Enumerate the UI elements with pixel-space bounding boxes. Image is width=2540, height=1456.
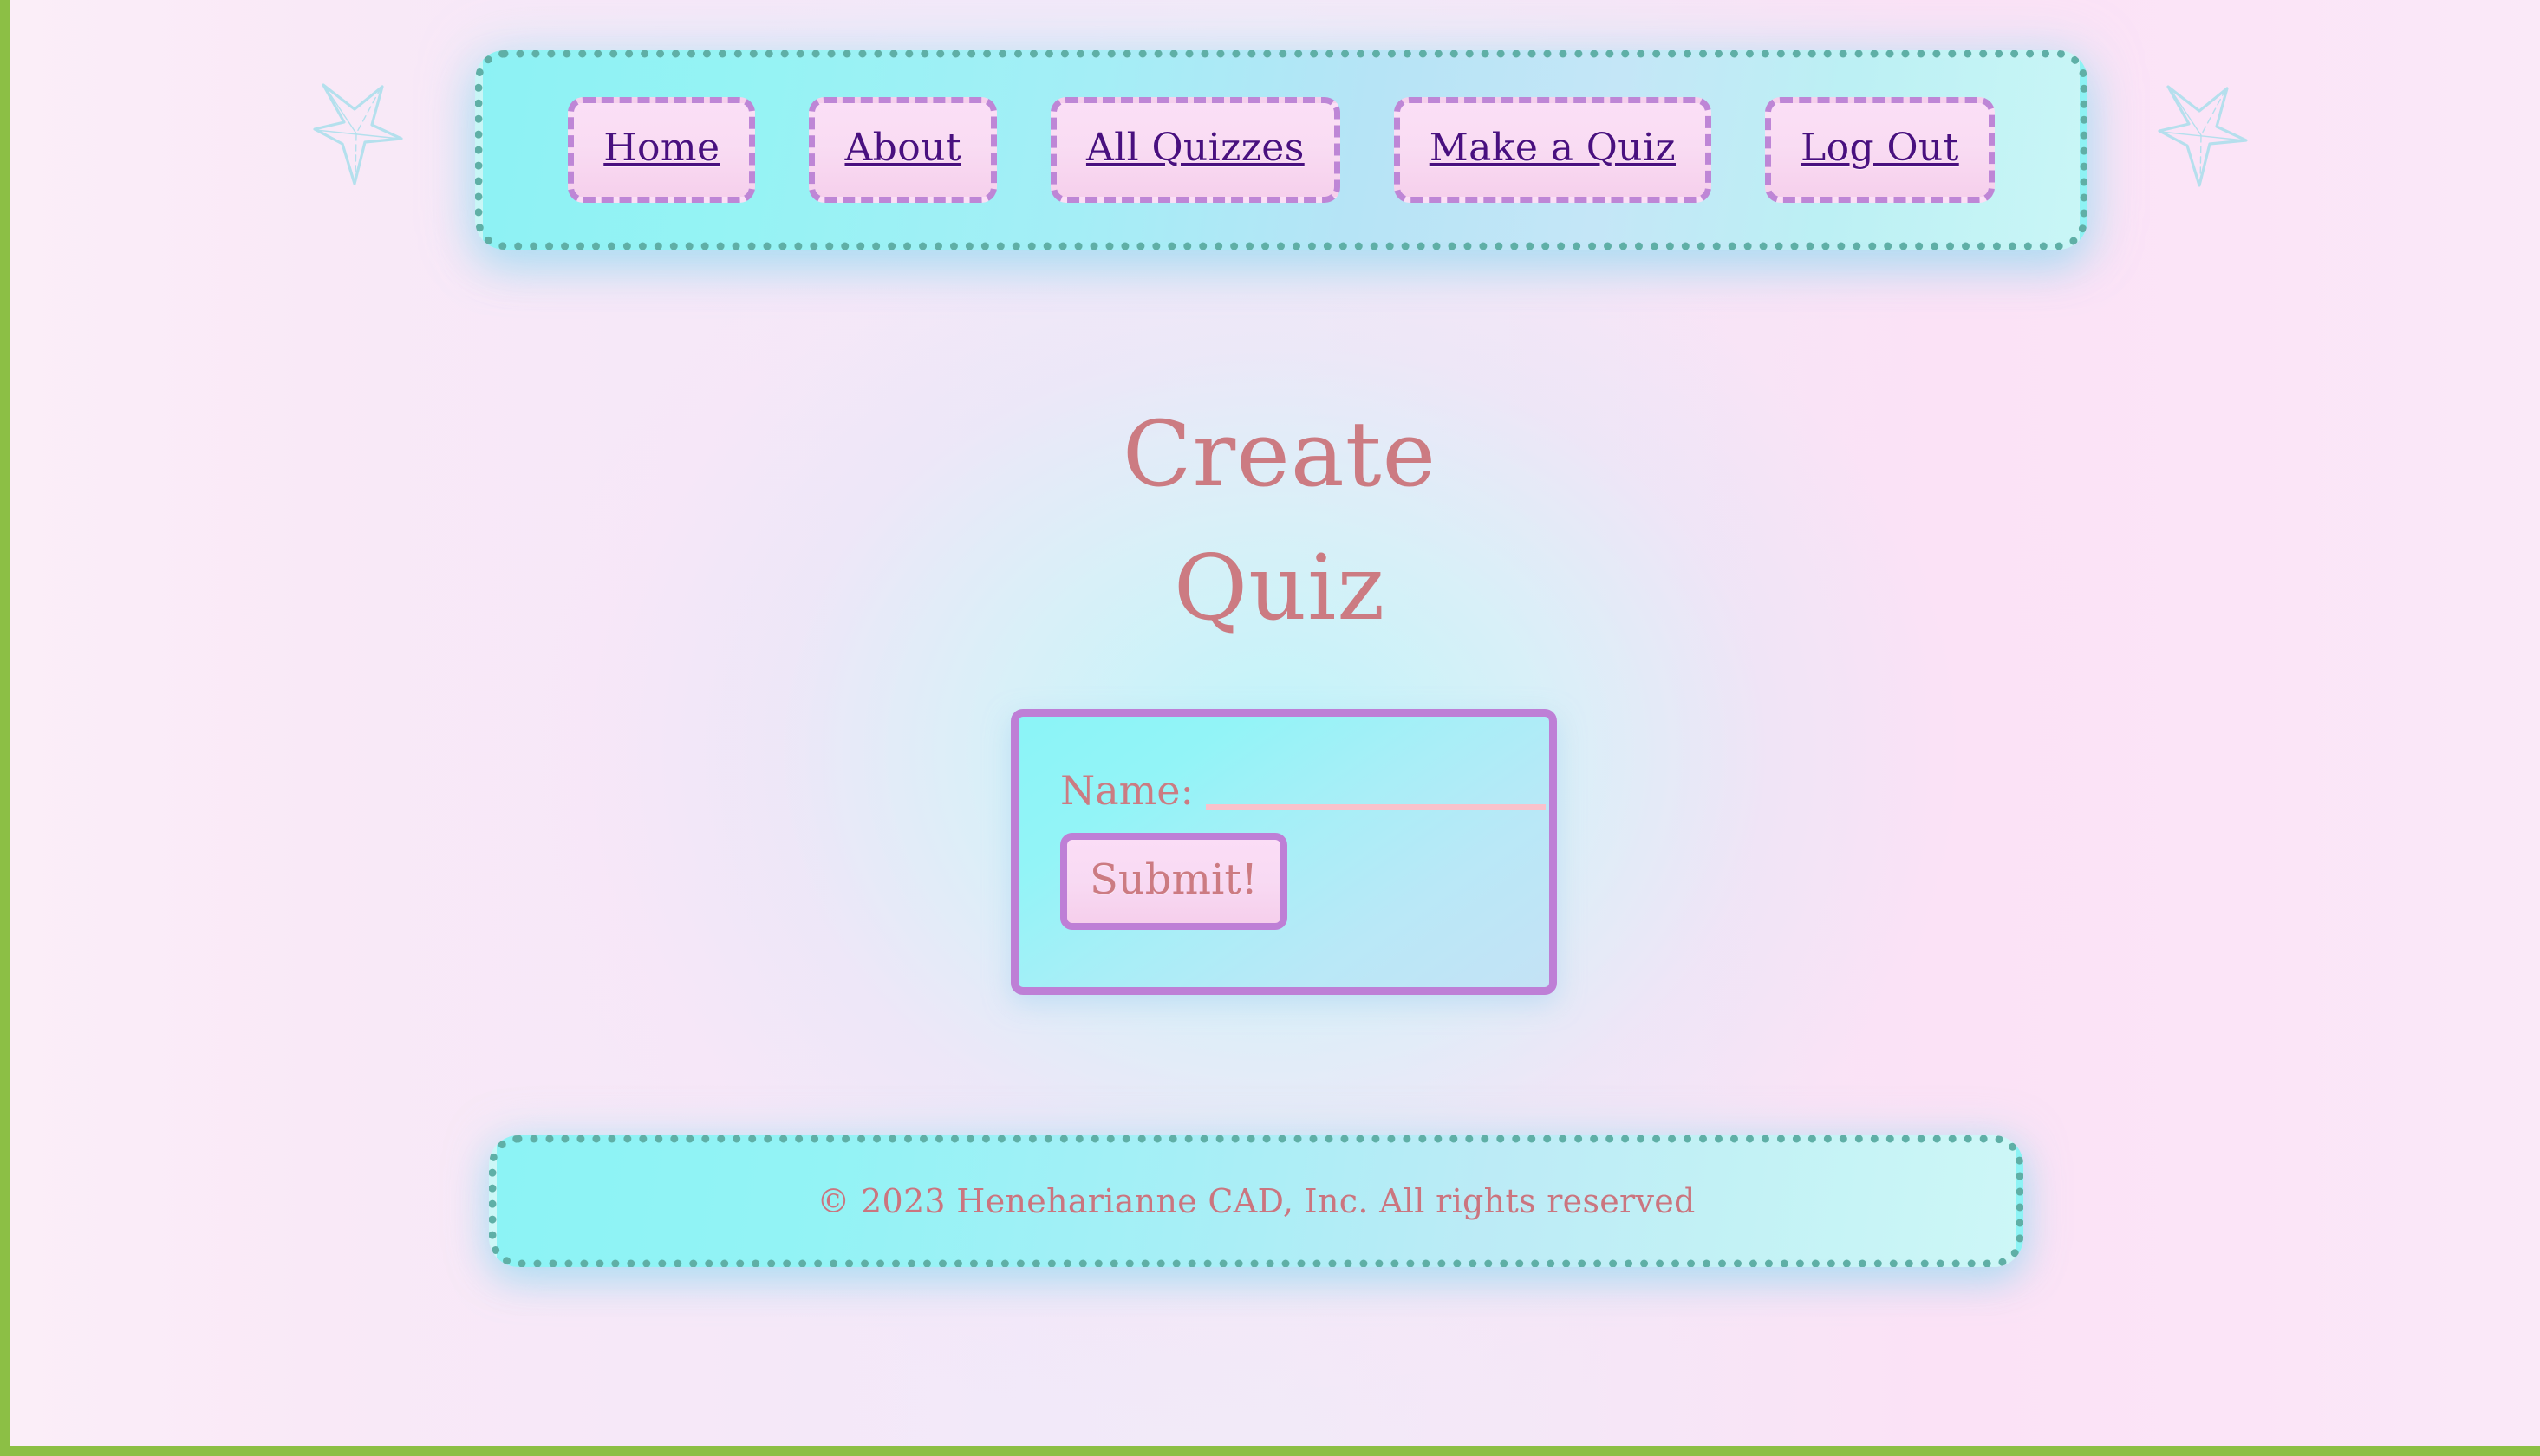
nav-item-log-out[interactable]: Log Out xyxy=(1764,97,1995,203)
page-title: Create Quiz xyxy=(10,388,2540,655)
create-quiz-form: Name: Submit! xyxy=(1011,709,1557,995)
main-navigation: Home About All Quizzes Make a Quiz Log O… xyxy=(475,50,2087,250)
nav-item-make-a-quiz[interactable]: Make a Quiz xyxy=(1393,97,1711,203)
star-icon xyxy=(2149,78,2253,194)
name-input[interactable] xyxy=(1206,777,1547,810)
name-field-row: Name: xyxy=(1060,770,1549,810)
page-root: Home About All Quizzes Make a Quiz Log O… xyxy=(0,0,2540,1456)
nav-item-home[interactable]: Home xyxy=(568,97,756,203)
nav-item-about[interactable]: About xyxy=(809,97,997,203)
page-footer: © 2023 Heneharianne CAD, Inc. All rights… xyxy=(489,1135,2023,1267)
copyright-text: © 2023 Heneharianne CAD, Inc. All rights… xyxy=(817,1182,1696,1220)
star-icon xyxy=(304,76,408,192)
page-title-line-1: Create xyxy=(1122,401,1437,507)
name-label: Name: xyxy=(1060,767,1195,814)
nav-item-all-quizzes[interactable]: All Quizzes xyxy=(1050,97,1340,203)
page-title-line-2: Quiz xyxy=(1173,534,1386,640)
submit-button[interactable]: Submit! xyxy=(1060,833,1287,930)
